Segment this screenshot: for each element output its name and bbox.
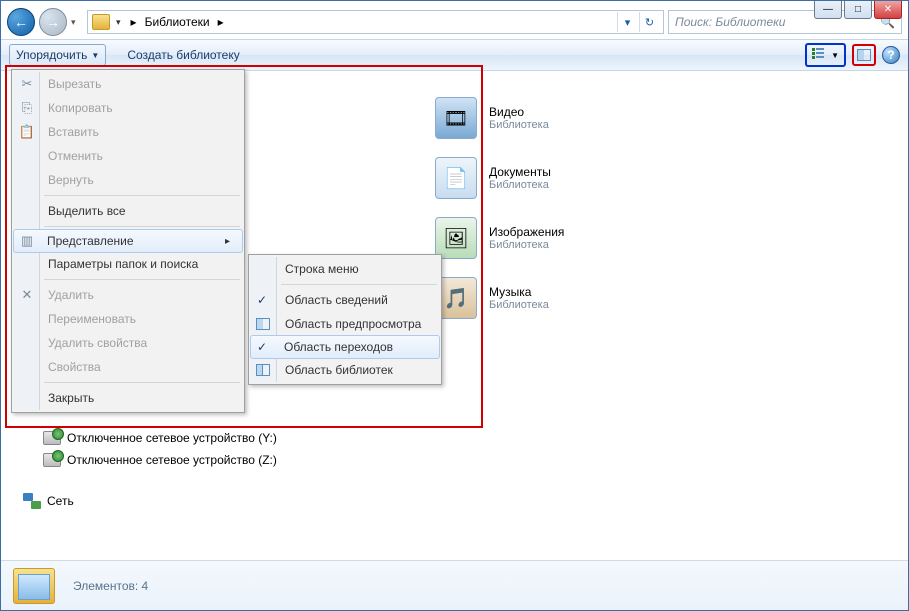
tree-drive-z[interactable]: Отключенное сетевое устройство (Z:) (43, 453, 277, 467)
documents-library-icon: 📄 (435, 157, 477, 199)
library-name: Музыка (489, 285, 549, 299)
preview-pane-icon (256, 318, 270, 330)
layout-icon: ▥ (19, 233, 35, 249)
view-options-icon (812, 48, 828, 62)
close-window-button[interactable]: ✕ (874, 1, 902, 19)
delete-icon: ✕ (19, 287, 35, 303)
menu-delete[interactable]: ✕Удалить (14, 283, 242, 307)
network-icon (23, 493, 41, 509)
nav-back-button[interactable]: ← (7, 8, 35, 36)
tree-drive-y-label: Отключенное сетевое устройство (Y:) (67, 431, 277, 445)
menu-rename[interactable]: Переименовать (14, 307, 242, 331)
chevron-down-icon: ▼ (91, 51, 99, 60)
check-icon: ✓ (257, 293, 267, 307)
status-label: Элементов: (73, 579, 138, 593)
library-sub: Библиотека (489, 299, 549, 311)
chevron-down-icon: ▼ (831, 51, 839, 60)
preview-pane-icon (857, 49, 871, 61)
nav-forward-button[interactable]: → (39, 8, 67, 36)
submenu-details-pane[interactable]: ✓Область сведений (251, 288, 439, 312)
maximize-button[interactable]: □ (844, 1, 872, 19)
address-history-button[interactable]: ▾ (617, 12, 637, 32)
organize-menu: ✂Вырезать ⎘Копировать 📋Вставить Отменить… (11, 69, 245, 413)
address-bar[interactable]: ▾ ▸ Библиотеки ▸ ▾ ↻ (87, 10, 664, 34)
tree-drive-z-label: Отключенное сетевое устройство (Z:) (67, 453, 277, 467)
menu-remove-properties[interactable]: Удалить свойства (14, 331, 242, 355)
toolbar: Упорядочить ▼ Создать библиотеку ▼ ? (1, 39, 908, 71)
cut-icon: ✂ (19, 76, 35, 92)
menu-layout[interactable]: ▥Представление▸ (13, 229, 243, 253)
submenu-arrow-icon: ▸ (225, 236, 230, 247)
address-dropdown-icon[interactable]: ▾ (114, 17, 123, 28)
breadcrumb-sep-icon: ▸ (127, 15, 141, 29)
search-placeholder: Поиск: Библиотеки (675, 15, 785, 29)
tree-network-label: Сеть (47, 494, 74, 508)
submenu-preview-pane[interactable]: Область предпросмотра (251, 312, 439, 336)
library-item-pictures[interactable]: 🖼 Изображения Библиотека (435, 217, 564, 259)
menu-properties[interactable]: Свойства (14, 355, 242, 379)
content-area: 🎞 Видео Библиотека 📄 Документы Библиотек… (1, 71, 908, 560)
breadcrumb-sep-icon[interactable]: ▸ (214, 15, 228, 29)
organize-label: Упорядочить (16, 48, 87, 62)
pictures-library-icon: 🖼 (435, 217, 477, 259)
network-drive-icon (43, 453, 61, 467)
minimize-button[interactable]: — (814, 1, 842, 19)
library-name: Изображения (489, 225, 564, 239)
library-name: Документы (489, 165, 551, 179)
menu-redo[interactable]: Вернуть (14, 168, 242, 192)
submenu-menu-bar[interactable]: Строка меню (251, 257, 439, 281)
menu-undo[interactable]: Отменить (14, 144, 242, 168)
check-icon: ✓ (257, 340, 267, 354)
help-button[interactable]: ? (882, 46, 900, 64)
library-item-video[interactable]: 🎞 Видео Библиотека (435, 97, 549, 139)
tree-network[interactable]: Сеть (23, 493, 74, 509)
menu-folder-options[interactable]: Параметры папок и поиска (14, 252, 242, 276)
menu-select-all[interactable]: Выделить все (14, 199, 242, 223)
library-sub: Библиотека (489, 119, 549, 131)
video-library-icon: 🎞 (435, 97, 477, 139)
menu-cut[interactable]: ✂Вырезать (14, 72, 242, 96)
menu-copy[interactable]: ⎘Копировать (14, 96, 242, 120)
folder-icon (92, 14, 110, 30)
library-sub: Библиотека (489, 239, 564, 251)
preview-pane-button[interactable] (852, 44, 876, 66)
refresh-button[interactable]: ↻ (639, 12, 659, 32)
submenu-navigation-pane[interactable]: ✓Область переходов (250, 335, 440, 359)
new-library-label: Создать библиотеку (127, 48, 239, 62)
tree-drive-y[interactable]: Отключенное сетевое устройство (Y:) (43, 431, 277, 445)
status-count: 4 (142, 579, 149, 593)
submenu-library-pane[interactable]: Область библиотек (251, 358, 439, 382)
layout-submenu: Строка меню ✓Область сведений Область пр… (248, 254, 442, 385)
nav-history-dropdown[interactable]: ▾ (71, 17, 83, 28)
status-bar: Элементов: 4 (1, 560, 908, 610)
change-view-button[interactable]: ▼ (805, 43, 846, 67)
library-pane-icon (256, 364, 270, 376)
menu-paste[interactable]: 📋Вставить (14, 120, 242, 144)
status-folder-icon (13, 568, 55, 604)
library-item-documents[interactable]: 📄 Документы Библиотека (435, 157, 551, 199)
menu-close[interactable]: Закрыть (14, 386, 242, 410)
library-sub: Библиотека (489, 179, 551, 191)
new-library-button[interactable]: Создать библиотеку (120, 44, 246, 66)
network-drive-icon (43, 431, 61, 445)
library-item-music[interactable]: 🎵 Музыка Библиотека (435, 277, 549, 319)
copy-icon: ⎘ (19, 100, 35, 116)
organize-button[interactable]: Упорядочить ▼ (9, 44, 106, 66)
breadcrumb-root[interactable]: Библиотеки (145, 15, 210, 29)
library-name: Видео (489, 105, 549, 119)
paste-icon: 📋 (19, 124, 35, 140)
